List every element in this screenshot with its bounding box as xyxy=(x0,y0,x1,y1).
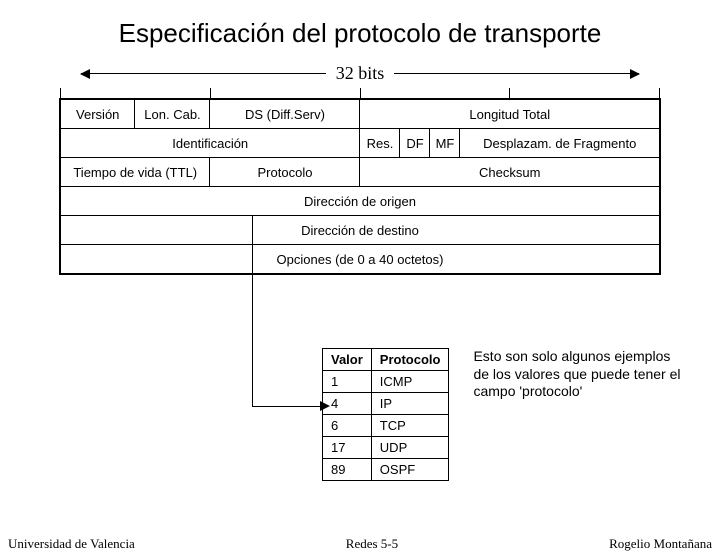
col-valor: Valor xyxy=(323,349,372,371)
header-row-1: Versión Lon. Cab. DS (Diff.Serv) Longitu… xyxy=(60,99,660,129)
field-total-length: Longitud Total xyxy=(360,99,660,129)
field-reserved-flag: Res. xyxy=(360,129,400,158)
field-mf-flag: MF xyxy=(430,129,460,158)
arrow-left-icon xyxy=(81,73,326,74)
connector-line xyxy=(252,216,322,406)
bit-ticks xyxy=(60,88,660,98)
field-frag-offset: Desplazam. de Fragmento xyxy=(460,129,660,158)
footer-left: Universidad de Valencia xyxy=(8,536,135,552)
header-row-4: Dirección de origen xyxy=(60,187,660,216)
header-row-6: Opciones (de 0 a 40 octetos) xyxy=(60,245,660,275)
field-ttl: Tiempo de vida (TTL) xyxy=(60,158,210,187)
footer-right: Rogelio Montañana xyxy=(609,536,712,552)
header-row-2: Identificación Res. DF MF Desplazam. de … xyxy=(60,129,660,158)
col-protocolo: Protocolo xyxy=(371,349,449,371)
protocol-values-table: Valor Protocolo 1ICMP 4IP 6TCP 17UDP 89O… xyxy=(322,348,449,481)
explanatory-note: Esto son solo algunos ejemplos de los va… xyxy=(473,348,683,401)
slide-footer: Universidad de Valencia Redes 5-5 Rogeli… xyxy=(0,536,720,552)
table-row: 17UDP xyxy=(323,437,449,459)
bits-label: 32 bits xyxy=(326,63,395,84)
field-src-addr: Dirección de origen xyxy=(60,187,660,216)
bits-width-indicator: 32 bits xyxy=(0,63,720,84)
field-df-flag: DF xyxy=(400,129,430,158)
table-row: 89OSPF xyxy=(323,459,449,481)
ipv4-header-diagram: Versión Lon. Cab. DS (Diff.Serv) Longitu… xyxy=(59,98,661,275)
field-ihl: Lon. Cab. xyxy=(135,99,210,129)
header-row-3: Tiempo de vida (TTL) Protocolo Checksum xyxy=(60,158,660,187)
field-diffserv: DS (Diff.Serv) xyxy=(210,99,360,129)
field-protocol: Protocolo xyxy=(210,158,360,187)
table-row: 1ICMP xyxy=(323,371,449,393)
field-identification: Identificación xyxy=(60,129,360,158)
field-checksum: Checksum xyxy=(360,158,660,187)
table-row: 6TCP xyxy=(323,415,449,437)
page-title: Especificación del protocolo de transpor… xyxy=(0,18,720,49)
field-dst-addr: Dirección de destino xyxy=(60,216,660,245)
header-row-5: Dirección de destino xyxy=(60,216,660,245)
footer-center: Redes 5-5 xyxy=(346,536,398,552)
field-version: Versión xyxy=(60,99,135,129)
table-header-row: Valor Protocolo xyxy=(323,349,449,371)
arrow-right-icon xyxy=(394,73,639,74)
field-options: Opciones (de 0 a 40 octetos) xyxy=(60,245,660,275)
table-row: 4IP xyxy=(323,393,449,415)
